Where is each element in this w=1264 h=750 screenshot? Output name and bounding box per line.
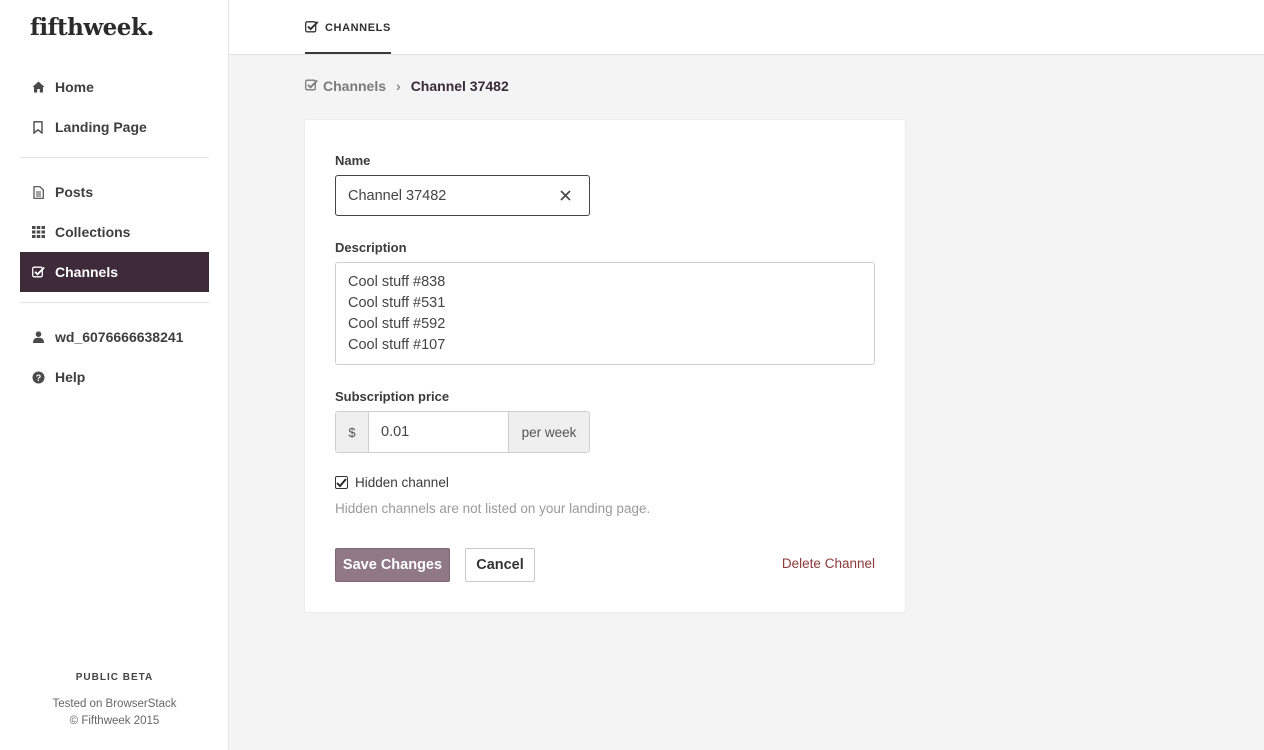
sidebar-divider: [20, 157, 209, 158]
price-input[interactable]: 0.01: [369, 412, 508, 452]
breadcrumb-separator: ›: [396, 78, 401, 94]
sidebar-divider: [20, 302, 209, 303]
sidebar-item-label: wd_6076666638241: [55, 329, 184, 345]
tab-label: CHANNELS: [325, 22, 391, 34]
sidebar-item-label: Help: [55, 369, 86, 385]
description-line: Cool stuff #592: [348, 316, 446, 332]
breadcrumb-current: Channel 37482: [410, 78, 509, 94]
public-beta-label: PUBLIC BETA: [75, 672, 154, 683]
breadcrumb-channels[interactable]: Channels: [305, 78, 386, 94]
user-icon: [30, 329, 46, 345]
clear-icon[interactable]: [557, 188, 573, 204]
tested-on-text[interactable]: Tested on BrowserStack: [0, 698, 229, 710]
description-line: Cool stuff #531: [348, 295, 446, 311]
name-input[interactable]: [348, 187, 538, 204]
document-icon: [30, 184, 46, 200]
hidden-channel-label[interactable]: Hidden channel: [355, 475, 449, 490]
tab-channels[interactable]: CHANNELS: [305, 0, 391, 54]
grid-icon: [30, 224, 46, 240]
delete-channel-link[interactable]: Delete Channel: [782, 556, 875, 571]
question-icon: ?: [30, 369, 46, 385]
edit-channel-card: Name Description Cool stuff #838 Cool st…: [305, 120, 905, 612]
sidebar-item-help[interactable]: ? Help: [20, 357, 209, 397]
sidebar-item-landing-page[interactable]: Landing Page: [20, 107, 209, 147]
save-changes-button[interactable]: Save Changes: [335, 548, 450, 582]
hidden-channel-checkbox[interactable]: [335, 476, 348, 489]
sidebar-item-label: Home: [55, 79, 94, 95]
breadcrumb: Channels › Channel 37482: [305, 78, 509, 94]
main-content: Channels › Channel 37482 Name Descriptio…: [229, 55, 1264, 750]
sidebar-item-label: Landing Page: [55, 119, 147, 135]
checkbox-icon: [305, 20, 319, 36]
home-icon: [30, 79, 46, 95]
sidebar-item-label: Collections: [55, 224, 131, 240]
sidebar-item-label: Channels: [55, 264, 119, 280]
sidebar-item-home[interactable]: Home: [20, 67, 209, 107]
price-suffix: per week: [508, 412, 589, 452]
sidebar-item-collections[interactable]: Collections: [20, 212, 209, 252]
copyright-text: © Fifthweek 2015: [69, 715, 160, 727]
name-label: Name: [335, 153, 371, 168]
checkbox-icon: [30, 264, 46, 280]
nav-group-main: Home Landing Page: [20, 67, 209, 147]
svg-text:?: ?: [35, 373, 41, 383]
description-label: Description: [335, 240, 407, 255]
sidebar-item-channels[interactable]: Channels: [20, 252, 209, 292]
sidebar-item-posts[interactable]: Posts: [20, 172, 209, 212]
description-line: Cool stuff #838: [348, 274, 446, 290]
nav-group-account: wd_6076666638241 ? Help: [20, 317, 209, 397]
description-line: Cool stuff #107: [348, 337, 446, 353]
checkbox-icon: [305, 78, 318, 94]
currency-prefix: $: [336, 412, 369, 452]
sidebar-item-label: Posts: [55, 184, 94, 200]
subscription-price-label: Subscription price: [335, 389, 450, 404]
price-input-group: $ 0.01 per week: [335, 411, 590, 453]
logo[interactable]: fifthweek.: [30, 14, 154, 41]
name-field[interactable]: [335, 175, 590, 216]
cancel-button[interactable]: Cancel: [465, 548, 535, 582]
breadcrumb-parent-label: Channels: [323, 78, 387, 94]
description-textarea[interactable]: Cool stuff #838 Cool stuff #531 Cool stu…: [335, 262, 875, 365]
nav-group-content: Posts Collections Channels: [20, 172, 209, 292]
bookmark-icon: [30, 119, 46, 135]
topbar: CHANNELS: [229, 0, 1264, 55]
hidden-channel-row: Hidden channel: [335, 475, 449, 490]
sidebar: fifthweek. Home Landing Page Posts Colle…: [0, 0, 229, 750]
hidden-channel-help: Hidden channels are not listed on your l…: [335, 501, 651, 516]
sidebar-item-account[interactable]: wd_6076666638241: [20, 317, 209, 357]
